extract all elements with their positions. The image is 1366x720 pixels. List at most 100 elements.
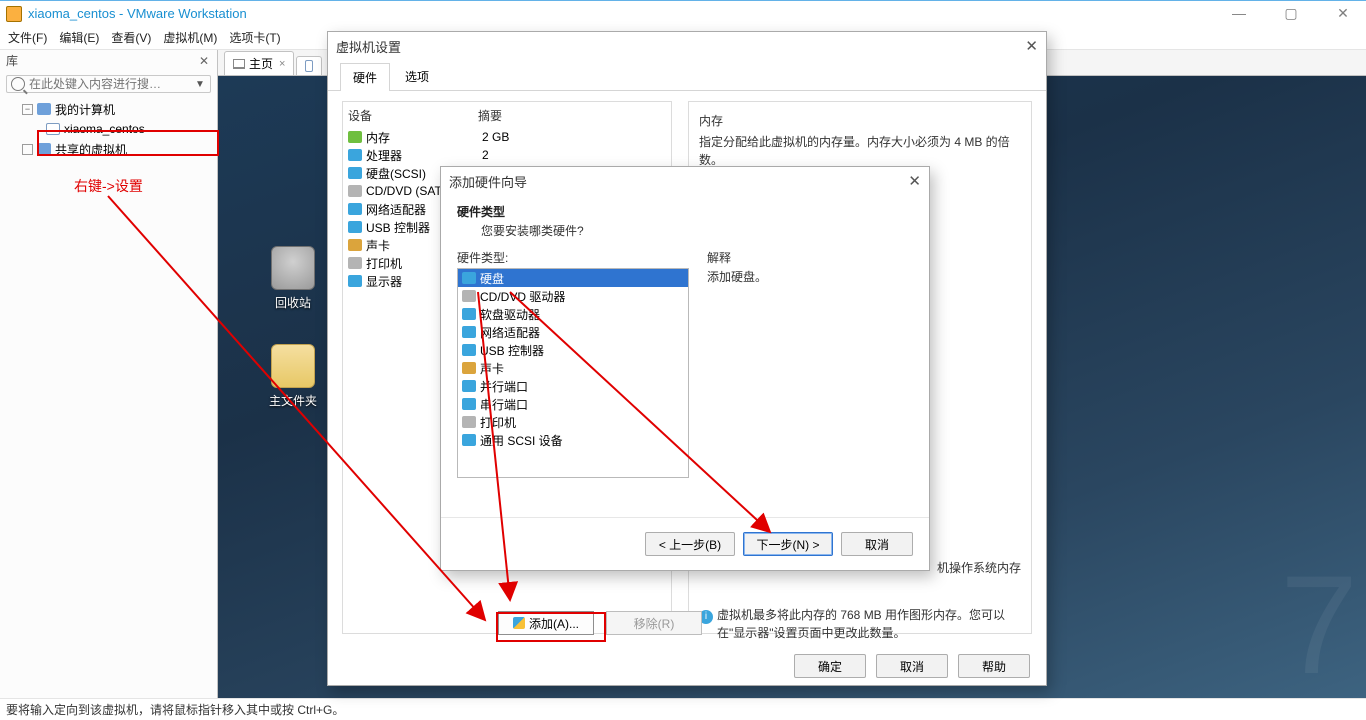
dialog-settings-title: 虚拟机设置 xyxy=(336,37,401,56)
wizard-back-button[interactable]: < 上一步(B) xyxy=(645,532,735,556)
hw-item-serial[interactable]: 串行端口 xyxy=(458,395,688,413)
network-icon xyxy=(348,203,362,215)
wizard-explain-label: 解释 xyxy=(707,249,767,266)
wizard-close-icon[interactable]: ✕ xyxy=(908,172,921,190)
settings-help-button[interactable]: 帮助 xyxy=(958,654,1030,678)
hw-item-cddvd[interactable]: CD/DVD 驱动器 xyxy=(458,287,688,305)
tab-close-icon[interactable]: × xyxy=(279,58,285,70)
app-icon xyxy=(6,6,22,22)
window-title: xiaoma_centos - VMware Workstation xyxy=(28,6,247,21)
hw-item-printer[interactable]: 打印机 xyxy=(458,413,688,431)
sound-icon xyxy=(462,362,476,374)
settings-cancel-button[interactable]: 取消 xyxy=(876,654,948,678)
display-icon xyxy=(348,275,362,287)
hw-item-sound[interactable]: 声卡 xyxy=(458,359,688,377)
minimize-button[interactable]: — xyxy=(1222,5,1256,22)
detail-heading: 内存 xyxy=(699,112,1021,129)
settings-tab-options[interactable]: 选项 xyxy=(392,62,442,90)
hw-item-parallel[interactable]: 并行端口 xyxy=(458,377,688,395)
printer-icon xyxy=(348,257,362,269)
status-text: 要将输入定向到该虚拟机，请将鼠标指针移入其中或按 Ctrl+G。 xyxy=(6,701,344,718)
tree-root-my-computer[interactable]: − 我的计算机 xyxy=(2,99,215,119)
sidebar-title: 库 xyxy=(6,52,18,69)
menu-view[interactable]: 查看(V) xyxy=(111,29,151,46)
desktop-trash[interactable]: 回收站 xyxy=(258,246,328,311)
tab-vm[interactable] xyxy=(296,56,322,75)
tree-twisty-icon[interactable]: − xyxy=(22,104,33,115)
search-icon xyxy=(11,77,25,91)
menu-file[interactable]: 文件(F) xyxy=(8,29,47,46)
vm-icon xyxy=(305,60,313,72)
sidebar-search[interactable]: ▼ xyxy=(6,75,211,93)
home-icon xyxy=(233,59,245,69)
tab-home[interactable]: 主页 × xyxy=(224,51,294,75)
serial-icon xyxy=(462,398,476,410)
window-controls: — ▢ ✕ xyxy=(1222,5,1360,22)
wizard-cancel-button[interactable]: 取消 xyxy=(841,532,913,556)
annotation-add-button-highlight xyxy=(496,612,606,642)
search-dropdown-icon[interactable]: ▼ xyxy=(194,79,206,90)
computer-icon xyxy=(37,103,51,115)
hw-item-generic-scsi[interactable]: 通用 SCSI 设备 xyxy=(458,431,688,449)
usb-icon xyxy=(462,344,476,356)
dialog-settings-close-icon[interactable]: ✕ xyxy=(1025,37,1038,55)
memory-icon xyxy=(348,131,362,143)
annotation-context-text: 右键->设置 xyxy=(74,176,143,196)
hw-item-label: 通用 SCSI 设备 xyxy=(480,432,563,449)
hw-item-label: 软盘驱动器 xyxy=(480,306,540,323)
hw-item-label: USB 控制器 xyxy=(480,342,544,359)
device-summary: 2 xyxy=(482,148,489,162)
sidebar-close-icon[interactable]: ✕ xyxy=(197,54,211,68)
hw-item-network[interactable]: 网络适配器 xyxy=(458,323,688,341)
folder-icon xyxy=(271,344,315,388)
hdd-icon xyxy=(462,272,476,284)
remove-hardware-button[interactable]: 移除(R) xyxy=(606,611,702,635)
hw-item-label: 硬盘 xyxy=(480,270,504,287)
wizard-explain-body: 添加硬盘。 xyxy=(707,268,767,285)
wizard-header: 硬件类型 xyxy=(457,203,913,220)
watermark-7: 7 xyxy=(1280,544,1358,706)
tab-home-label: 主页 xyxy=(249,55,273,72)
hw-item-label: 串行端口 xyxy=(480,396,528,413)
menu-tabs[interactable]: 选项卡(T) xyxy=(229,29,280,46)
statusbar: 要将输入定向到该虚拟机，请将鼠标指针移入其中或按 Ctrl+G。 xyxy=(0,698,1366,720)
desktop-home-label: 主文件夹 xyxy=(258,392,328,409)
device-header-name: 设备 xyxy=(348,107,478,124)
menu-vm[interactable]: 虚拟机(M) xyxy=(163,29,217,46)
search-input[interactable] xyxy=(29,77,194,91)
settings-ok-button[interactable]: 确定 xyxy=(794,654,866,678)
scsi-icon xyxy=(462,434,476,446)
device-row-cpu[interactable]: 处理器 2 xyxy=(348,146,666,164)
memory-description: 指定分配给此虚拟机的内存量。内存大小必须为 4 MB 的倍数。 xyxy=(699,133,1021,169)
cpu-icon xyxy=(348,149,362,161)
floppy-icon xyxy=(462,308,476,320)
hardware-type-list[interactable]: 硬盘 CD/DVD 驱动器 软盘驱动器 网络适配器 USB 控制器 声卡 并行端… xyxy=(457,268,689,478)
maximize-button[interactable]: ▢ xyxy=(1274,5,1308,22)
sound-icon xyxy=(348,239,362,251)
desktop-trash-label: 回收站 xyxy=(258,294,328,311)
usb-icon xyxy=(348,221,362,233)
trash-icon xyxy=(271,246,315,290)
graphics-mem-note1: 虚拟机最多将此内存的 768 MB 用作图形内存。您可以 xyxy=(717,608,1005,622)
hw-item-floppy[interactable]: 软盘驱动器 xyxy=(458,305,688,323)
close-button[interactable]: ✕ xyxy=(1326,5,1360,22)
printer-icon xyxy=(462,416,476,428)
graphics-mem-note2: 在"显示器"设置页面中更改此数量。 xyxy=(717,626,906,640)
menu-edit[interactable]: 编辑(E) xyxy=(59,29,99,46)
device-summary: 2 GB xyxy=(482,130,509,144)
device-name: 处理器 xyxy=(366,147,478,164)
hw-item-usb[interactable]: USB 控制器 xyxy=(458,341,688,359)
device-row-memory[interactable]: 内存2 GB xyxy=(348,128,666,146)
settings-tab-hardware[interactable]: 硬件 xyxy=(340,63,390,91)
tree-twisty-icon[interactable] xyxy=(22,144,33,155)
hw-item-label: 打印机 xyxy=(480,414,516,431)
wizard-next-button[interactable]: 下一步(N) > xyxy=(743,532,833,556)
device-header-summary: 摘要 xyxy=(478,107,502,124)
desktop-home-folder[interactable]: 主文件夹 xyxy=(258,344,328,409)
hw-item-hard-disk[interactable]: 硬盘 xyxy=(458,269,688,287)
hw-item-label: 声卡 xyxy=(480,360,504,377)
network-icon xyxy=(462,326,476,338)
disc-icon xyxy=(348,185,362,197)
titlebar: xiaoma_centos - VMware Workstation — ▢ ✕ xyxy=(0,0,1366,26)
annotation-vm-highlight xyxy=(37,130,219,156)
